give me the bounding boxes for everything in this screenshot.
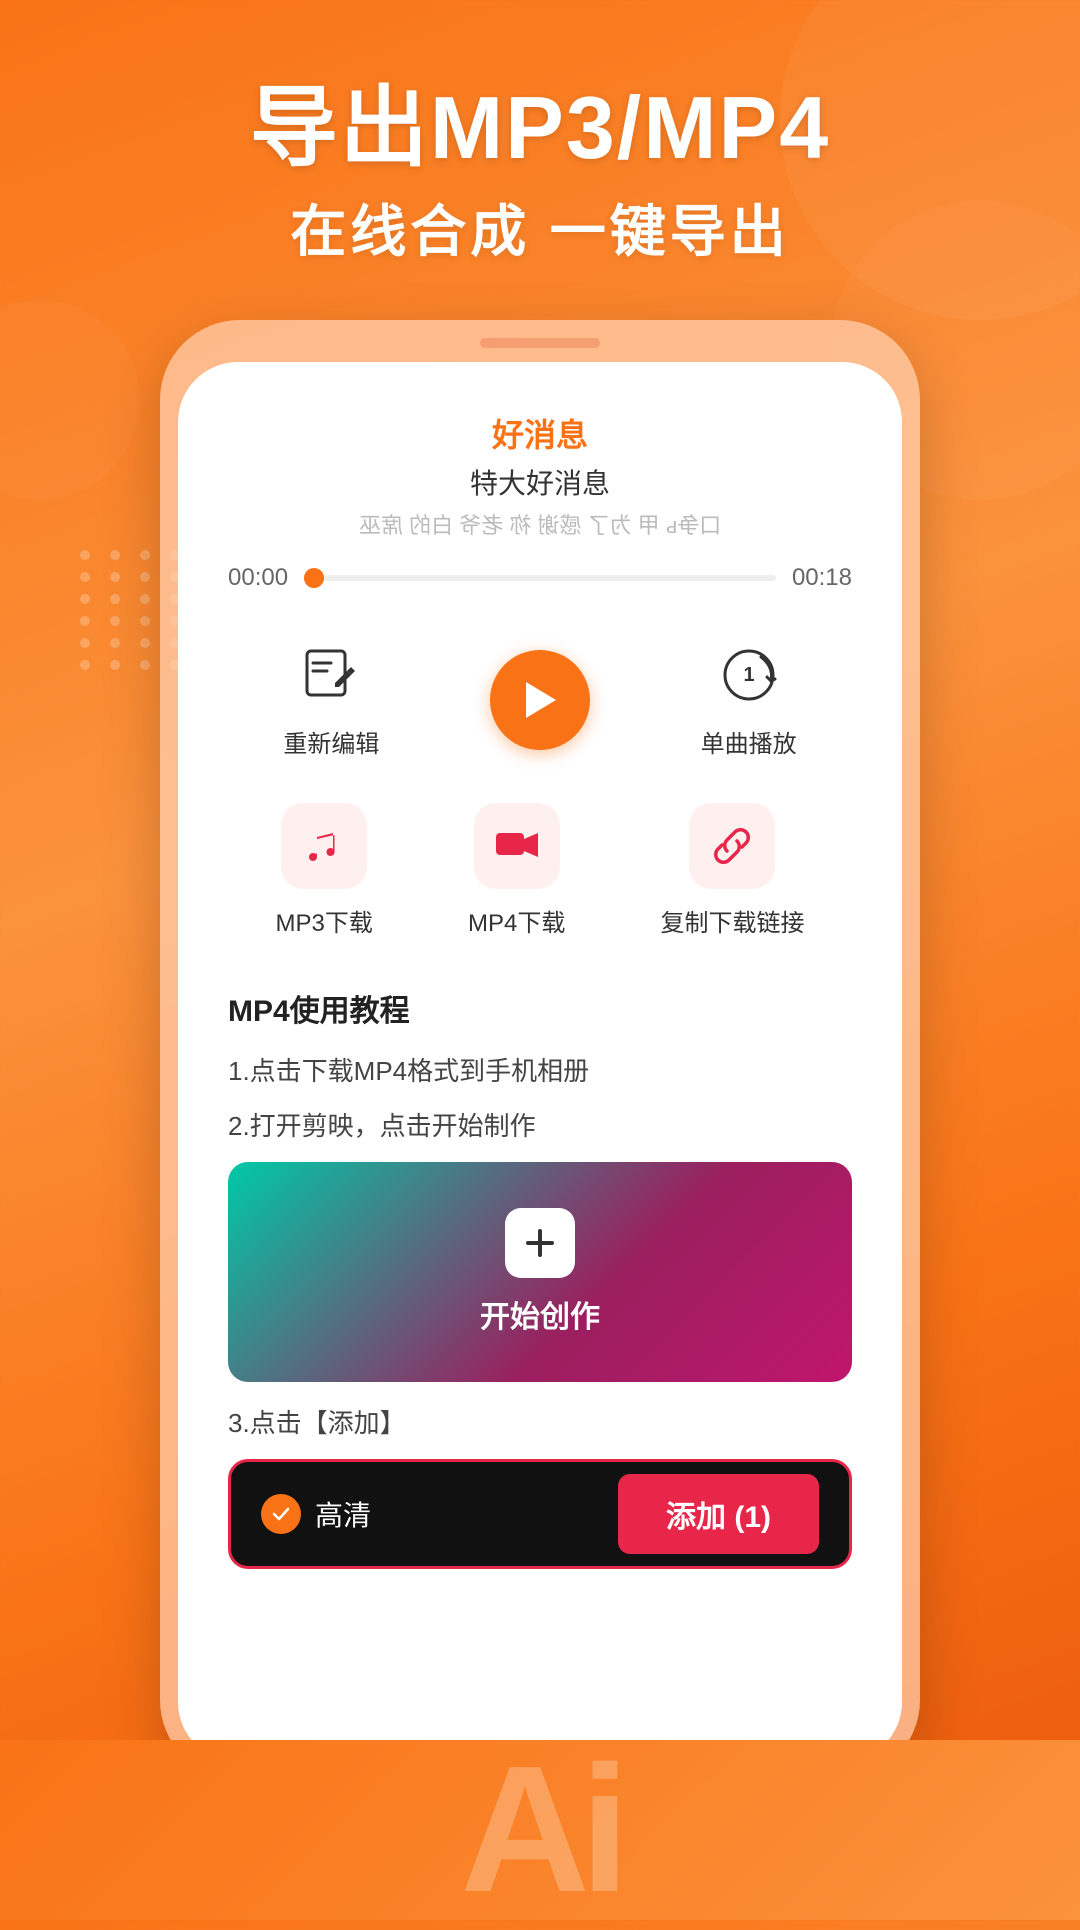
ai-text: Ai bbox=[460, 1740, 620, 1920]
edit-label: 重新编辑 bbox=[283, 724, 379, 759]
edit-icon bbox=[296, 640, 366, 710]
time-start: 00:00 bbox=[228, 564, 288, 592]
tutorial-section: MP4使用教程 1.点击下载MP4格式到手机相册 2.打开剪映，点击开始制作 开… bbox=[228, 986, 852, 1589]
page-title: 导出MP3/MP4 bbox=[0, 80, 1080, 177]
mp3-label: MP3下载 bbox=[276, 903, 373, 938]
play-button[interactable] bbox=[490, 650, 590, 750]
mp3-action[interactable]: MP3下载 bbox=[276, 803, 373, 938]
tutorial-step-2: 2.打开剪映，点击开始制作 bbox=[228, 1107, 852, 1146]
hd-label-area: 高清 bbox=[261, 1494, 371, 1534]
song-title-sub: 特大好消息 bbox=[228, 462, 852, 502]
screen-content: 好消息 特大好消息 口争ь 甲 为了 感谢 祢 老爷 白的 席巫 00:00 0… bbox=[178, 362, 902, 1629]
action-row-1: 重新编辑 bbox=[228, 640, 852, 759]
mp4-label: MP4下载 bbox=[468, 903, 565, 938]
add-button[interactable]: 添加 (1) bbox=[618, 1474, 819, 1554]
play-action[interactable] bbox=[490, 650, 590, 750]
mp4-action[interactable]: MP4下载 bbox=[468, 803, 565, 938]
copy-link-icon-bg bbox=[689, 803, 775, 889]
svg-text:1: 1 bbox=[743, 664, 754, 686]
progress-area: 00:00 00:18 bbox=[228, 564, 852, 592]
phone-mockup: 好消息 特大好消息 口争ь 甲 为了 感谢 祢 老爷 白的 席巫 00:00 0… bbox=[160, 320, 920, 1780]
song-title-main: 好消息 bbox=[228, 410, 852, 456]
edit-action[interactable]: 重新编辑 bbox=[283, 640, 379, 759]
page-subtitle: 在线合成 一键导出 bbox=[0, 187, 1080, 268]
copy-label: 复制下载链接 bbox=[660, 903, 804, 938]
add-bar: 高清 添加 (1) bbox=[228, 1459, 852, 1569]
progress-bar[interactable] bbox=[304, 575, 776, 581]
tutorial-title: MP4使用教程 bbox=[228, 986, 852, 1030]
tutorial-step-3: 3.点击【添加】 bbox=[228, 1404, 852, 1443]
creation-card[interactable]: 开始创作 bbox=[228, 1162, 852, 1382]
time-end: 00:18 bbox=[792, 564, 852, 592]
creation-label: 开始创作 bbox=[480, 1292, 600, 1336]
bottom-ai-area: Ai bbox=[0, 1740, 1080, 1920]
hd-text: 高清 bbox=[315, 1494, 371, 1534]
tutorial-step-1: 1.点击下载MP4格式到手机相册 bbox=[228, 1052, 852, 1091]
phone-notch bbox=[480, 338, 600, 348]
progress-dot bbox=[304, 568, 324, 588]
single-icon: 1 bbox=[714, 640, 784, 710]
song-title-area: 好消息 特大好消息 口争ь 甲 为了 感谢 祢 老爷 白的 席巫 bbox=[228, 410, 852, 540]
single-label: 单曲播放 bbox=[701, 724, 797, 759]
single-action[interactable]: 1 单曲播放 bbox=[701, 640, 797, 759]
creation-plus-btn bbox=[505, 1208, 575, 1278]
header-section: 导出MP3/MP4 在线合成 一键导出 bbox=[0, 0, 1080, 268]
copy-link-action[interactable]: 复制下载链接 bbox=[660, 803, 804, 938]
phone-outer: 好消息 特大好消息 口争ь 甲 为了 感谢 祢 老爷 白的 席巫 00:00 0… bbox=[160, 320, 920, 1780]
song-lyrics: 口争ь 甲 为了 感谢 祢 老爷 白的 席巫 bbox=[359, 508, 721, 540]
download-row: MP3下载 MP4下载 bbox=[228, 803, 852, 938]
phone-screen: 好消息 特大好消息 口争ь 甲 为了 感谢 祢 老爷 白的 席巫 00:00 0… bbox=[178, 362, 902, 1762]
hd-check-icon bbox=[261, 1494, 301, 1534]
mp4-icon-bg bbox=[474, 803, 560, 889]
mp3-icon-bg bbox=[281, 803, 367, 889]
bg-decoration-3 bbox=[0, 300, 140, 500]
